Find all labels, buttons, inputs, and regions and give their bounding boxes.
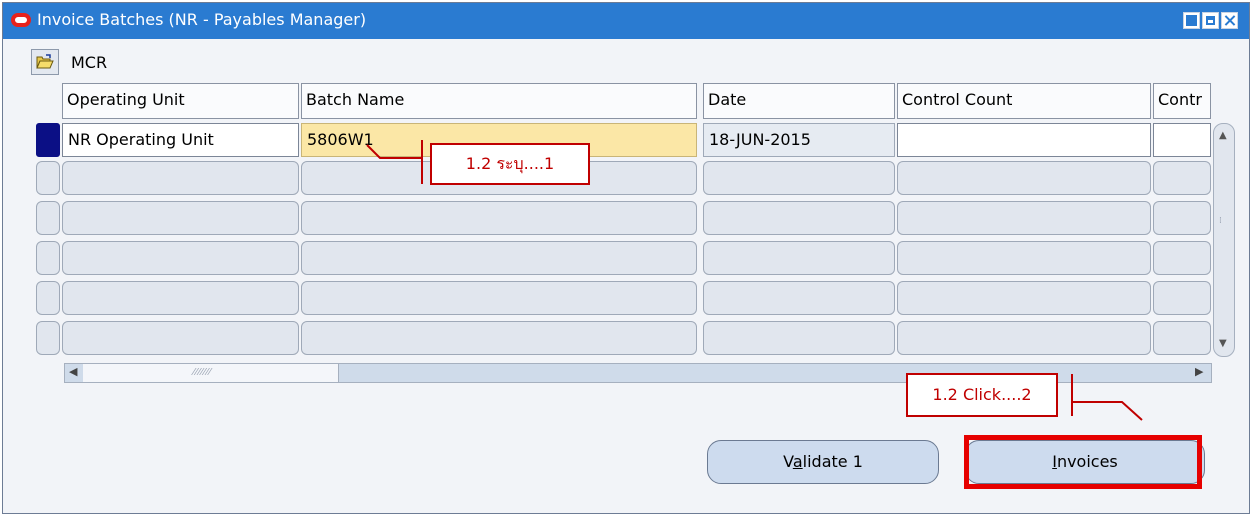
folder-open-icon — [36, 54, 54, 69]
control-field[interactable] — [1153, 281, 1211, 315]
validate-label-part: V — [783, 452, 793, 471]
scroll-left-icon[interactable]: ◀ — [69, 365, 77, 378]
control-count-field[interactable] — [897, 241, 1151, 275]
validate-mnemonic: a — [792, 452, 803, 471]
validate-button[interactable]: Validate 1 — [707, 440, 939, 484]
row-selector[interactable] — [36, 201, 60, 235]
scroll-grip-icon: ⁄⁄⁄⁄⁄⁄⁄ — [193, 367, 212, 378]
column-header-date[interactable]: Date — [703, 83, 895, 119]
control-field[interactable] — [1153, 161, 1211, 195]
column-header-batch-name[interactable]: Batch Name — [301, 83, 697, 119]
invoice-batches-window: Invoice Batches (NR - Payables Manager) … — [2, 2, 1250, 514]
folder-open-button[interactable] — [31, 49, 59, 75]
date-field[interactable] — [703, 281, 895, 315]
control-field[interactable] — [1153, 201, 1211, 235]
control-count-field[interactable] — [897, 281, 1151, 315]
operating-unit-field[interactable]: NR Operating Unit — [62, 123, 299, 157]
column-header-control-count[interactable]: Control Count — [897, 83, 1151, 119]
row-selector[interactable] — [36, 321, 60, 355]
control-count-field[interactable] — [897, 321, 1151, 355]
control-count-field[interactable] — [897, 201, 1151, 235]
scroll-thumb[interactable]: ⁄⁄⁄⁄⁄⁄⁄ — [83, 364, 339, 382]
operating-unit-field[interactable] — [62, 201, 299, 235]
operating-unit-field[interactable] — [62, 161, 299, 195]
scroll-grip-icon: ⁞ — [1219, 216, 1222, 226]
row-selector[interactable] — [36, 241, 60, 275]
window-title: Invoice Batches (NR - Payables Manager) — [37, 10, 367, 29]
scroll-down-icon[interactable]: ▼ — [1219, 338, 1227, 349]
minimize-icon[interactable] — [1183, 12, 1200, 29]
date-field[interactable] — [703, 161, 895, 195]
maximize-icon[interactable] — [1202, 12, 1219, 29]
control-field[interactable] — [1153, 321, 1211, 355]
operating-unit-field[interactable] — [62, 281, 299, 315]
row-selector-active[interactable] — [36, 123, 60, 157]
row-selector[interactable] — [36, 161, 60, 195]
folder-name: MCR — [71, 53, 108, 72]
date-field[interactable] — [703, 321, 895, 355]
control-field[interactable] — [1153, 241, 1211, 275]
annotation-step-2: 1.2 Click....2 — [906, 373, 1058, 417]
batch-name-field[interactable] — [301, 321, 697, 355]
scroll-right-icon[interactable]: ▶ — [1195, 365, 1203, 378]
vertical-scrollbar[interactable]: ▲ ⁞ ▼ — [1213, 123, 1235, 357]
column-header-operating-unit[interactable]: Operating Unit — [62, 83, 299, 119]
operating-unit-field[interactable] — [62, 241, 299, 275]
scroll-up-icon[interactable]: ▲ — [1219, 130, 1227, 141]
row-selector[interactable] — [36, 281, 60, 315]
batch-name-field[interactable] — [301, 241, 697, 275]
operating-unit-field[interactable] — [62, 321, 299, 355]
control-field[interactable] — [1153, 123, 1211, 157]
date-field[interactable]: 18-JUN-2015 — [703, 123, 895, 157]
annotation-step-1: 1.2 ระบุ....1 — [430, 143, 590, 185]
control-count-field[interactable] — [897, 161, 1151, 195]
control-count-field[interactable] — [897, 123, 1151, 157]
date-field[interactable] — [703, 201, 895, 235]
date-field[interactable] — [703, 241, 895, 275]
batch-name-field[interactable] — [301, 201, 697, 235]
validate-label-part: lidate 1 — [802, 452, 863, 471]
invoices-highlight-box — [964, 435, 1202, 489]
column-header-control[interactable]: Contr — [1153, 83, 1211, 119]
close-icon[interactable] — [1221, 12, 1238, 29]
oracle-logo-icon — [11, 13, 31, 27]
title-bar[interactable]: Invoice Batches (NR - Payables Manager) — [3, 3, 1249, 39]
batch-name-field[interactable] — [301, 281, 697, 315]
